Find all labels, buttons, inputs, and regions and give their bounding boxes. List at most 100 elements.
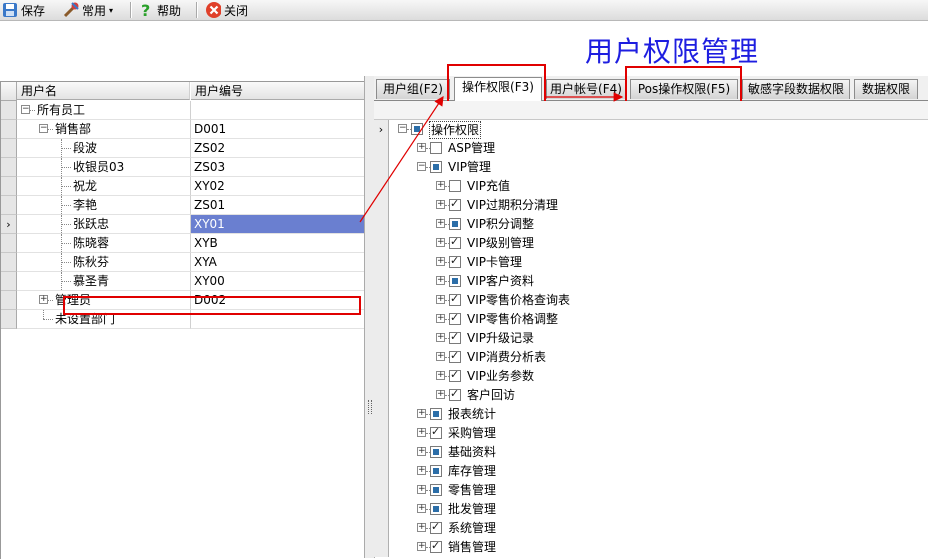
tree-node[interactable]: + VIP级别管理: [374, 234, 928, 253]
expand-icon[interactable]: +: [436, 352, 445, 361]
collapse-icon[interactable]: −: [417, 162, 426, 171]
tree-node[interactable]: + 系统管理: [374, 519, 928, 538]
expand-icon[interactable]: +: [436, 371, 445, 380]
expand-icon[interactable]: +: [436, 200, 445, 209]
tree-row-header[interactable]: [374, 139, 389, 158]
name-cell[interactable]: 段波: [17, 139, 191, 158]
column-header-code[interactable]: 用户编号: [191, 82, 364, 100]
tree-row-header[interactable]: [374, 177, 389, 196]
name-cell[interactable]: 慕圣青: [17, 272, 191, 291]
code-cell[interactable]: ZS01: [191, 196, 364, 215]
code-cell[interactable]: XYB: [191, 234, 364, 253]
permission-checkbox[interactable]: [430, 503, 442, 515]
collapse-icon[interactable]: −: [398, 124, 407, 133]
tab-data-permission[interactable]: 数据权限: [854, 79, 918, 99]
permission-checkbox[interactable]: [449, 180, 461, 192]
grid-row[interactable]: 李艳 ZS01: [1, 196, 365, 215]
tree-node[interactable]: + 零售管理: [374, 481, 928, 500]
permission-checkbox[interactable]: [449, 254, 461, 268]
grid-row[interactable]: − 销售部 D001: [1, 120, 365, 139]
tree-node[interactable]: + VIP业务参数: [374, 367, 928, 386]
row-header[interactable]: [1, 196, 17, 215]
code-cell[interactable]: XY02: [191, 177, 364, 196]
tree-node[interactable]: + VIP消费分析表: [374, 348, 928, 367]
permission-checkbox[interactable]: [449, 387, 461, 401]
tree-node[interactable]: + VIP客户资料: [374, 272, 928, 291]
row-header[interactable]: [1, 120, 17, 139]
expand-icon[interactable]: +: [417, 466, 426, 475]
tree-node[interactable]: + 批发管理: [374, 500, 928, 519]
tree-row-header[interactable]: [374, 253, 389, 272]
tree-node[interactable]: + 库存管理: [374, 462, 928, 481]
code-cell[interactable]: XY00: [191, 272, 364, 291]
expand-icon[interactable]: +: [436, 314, 445, 323]
tree-row-header[interactable]: [374, 329, 389, 348]
permission-checkbox[interactable]: [430, 142, 442, 154]
permission-checkbox[interactable]: [430, 465, 442, 477]
expand-icon[interactable]: +: [436, 181, 445, 190]
expand-icon[interactable]: +: [436, 333, 445, 342]
name-cell[interactable]: 陈晓蓉: [17, 234, 191, 253]
expand-icon[interactable]: +: [436, 219, 445, 228]
permission-checkbox[interactable]: [449, 311, 461, 325]
grid-row[interactable]: 慕圣青 XY00: [1, 272, 365, 291]
name-cell[interactable]: 李艳: [17, 196, 191, 215]
code-cell[interactable]: ZS02: [191, 139, 364, 158]
tree-node[interactable]: + 基础资料: [374, 443, 928, 462]
expand-icon[interactable]: +: [417, 428, 426, 437]
tree-node[interactable]: + 销售管理: [374, 538, 928, 557]
expand-icon[interactable]: +: [436, 257, 445, 266]
tree-node[interactable]: + VIP卡管理: [374, 253, 928, 272]
permission-checkbox[interactable]: [449, 275, 461, 287]
row-header[interactable]: [1, 139, 17, 158]
tree-row-header[interactable]: [374, 310, 389, 329]
row-header[interactable]: [1, 158, 17, 177]
permission-checkbox[interactable]: [430, 539, 442, 553]
expand-icon[interactable]: +: [436, 390, 445, 399]
tree-row-header[interactable]: [374, 272, 389, 291]
tab-user-account[interactable]: 用户帐号(F4): [546, 79, 626, 99]
expand-icon[interactable]: +: [417, 409, 426, 418]
expand-icon[interactable]: +: [417, 504, 426, 513]
name-cell[interactable]: 收银员03: [17, 158, 191, 177]
tree-row-header[interactable]: [374, 348, 389, 367]
code-cell[interactable]: D001: [191, 120, 364, 139]
code-cell[interactable]: [191, 101, 364, 120]
expand-icon[interactable]: +: [417, 447, 426, 456]
code-cell[interactable]: XYA: [191, 253, 364, 272]
permission-checkbox[interactable]: [430, 484, 442, 496]
collapse-icon[interactable]: −: [39, 124, 48, 133]
name-cell[interactable]: 祝龙: [17, 177, 191, 196]
tree-row-header[interactable]: [374, 462, 389, 481]
permission-checkbox[interactable]: [449, 292, 461, 306]
column-header-name[interactable]: 用户名: [17, 82, 190, 100]
tree-node[interactable]: − VIP管理: [374, 158, 928, 177]
collapse-icon[interactable]: −: [21, 105, 30, 114]
tree-row-header[interactable]: [374, 386, 389, 405]
tree-row-header[interactable]: [374, 538, 389, 557]
grid-row[interactable]: − 所有员工: [1, 101, 365, 120]
tree-row-header[interactable]: [374, 481, 389, 500]
save-button[interactable]: 保存: [2, 0, 45, 20]
grid-row[interactable]: 收银员03 ZS03: [1, 158, 365, 177]
tree-row-header[interactable]: [374, 405, 389, 424]
grid-row[interactable]: 陈晓蓉 XYB: [1, 234, 365, 253]
permission-checkbox[interactable]: [449, 235, 461, 249]
tree-row-header[interactable]: [374, 158, 389, 177]
tree-row-header[interactable]: [374, 291, 389, 310]
expand-icon[interactable]: +: [436, 295, 445, 304]
tree-node[interactable]: + 采购管理: [374, 424, 928, 443]
tree-node[interactable]: + VIP升级记录: [374, 329, 928, 348]
expand-icon[interactable]: +: [39, 295, 48, 304]
tree-row-header[interactable]: [374, 196, 389, 215]
row-header[interactable]: [1, 291, 17, 310]
permission-checkbox[interactable]: [449, 197, 461, 211]
help-button[interactable]: ? 帮助: [138, 0, 181, 20]
grid-row[interactable]: 陈秋芬 XYA: [1, 253, 365, 272]
row-header[interactable]: ›: [1, 215, 17, 234]
common-menu-button[interactable]: 常用 ▾: [63, 0, 113, 20]
permission-checkbox[interactable]: [411, 123, 423, 135]
tree-row-header[interactable]: [374, 519, 389, 538]
tree-node[interactable]: + 报表统计: [374, 405, 928, 424]
permission-checkbox[interactable]: [449, 330, 461, 344]
